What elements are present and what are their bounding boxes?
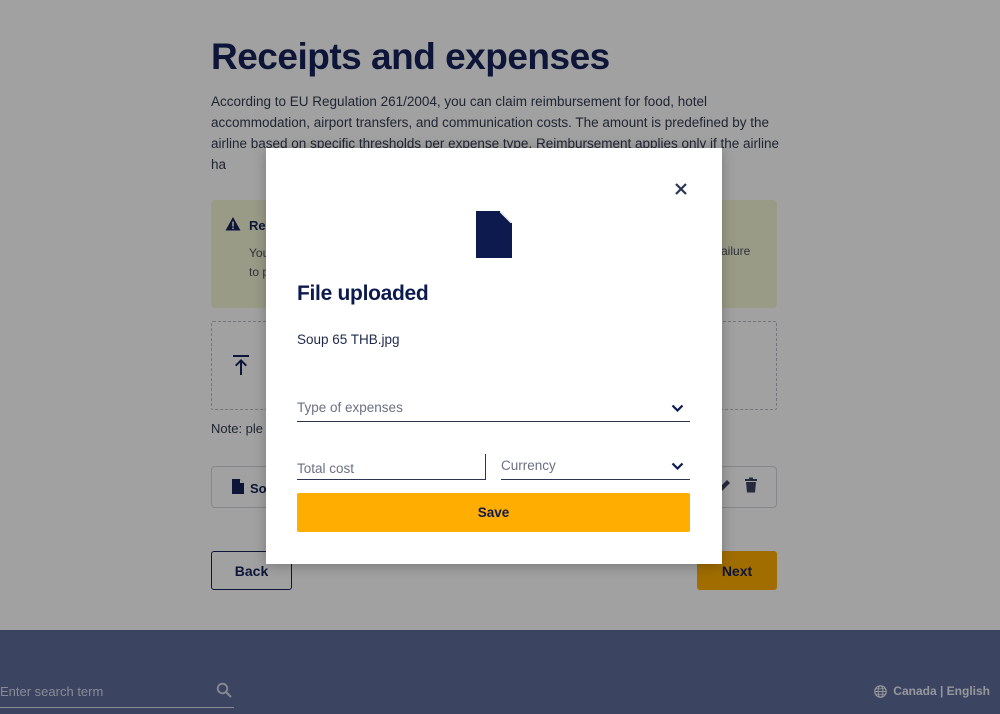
currency-label: Currency: [501, 458, 556, 473]
modal-title: File uploaded: [297, 282, 429, 305]
chevron-down-icon: [671, 404, 684, 413]
currency-select[interactable]: Currency: [501, 454, 690, 480]
expense-type-select[interactable]: Type of expenses: [297, 396, 690, 422]
expense-type-label: Type of expenses: [297, 400, 403, 415]
file-upload-modal: File uploaded Soup 65 THB.jpg Type of ex…: [266, 148, 722, 564]
chevron-down-icon: [671, 462, 684, 471]
save-button[interactable]: Save: [297, 493, 690, 532]
total-cost-input[interactable]: [297, 454, 486, 480]
file-icon: [476, 211, 512, 258]
uploaded-filename: Soup 65 THB.jpg: [297, 332, 400, 347]
close-icon[interactable]: [673, 181, 689, 197]
